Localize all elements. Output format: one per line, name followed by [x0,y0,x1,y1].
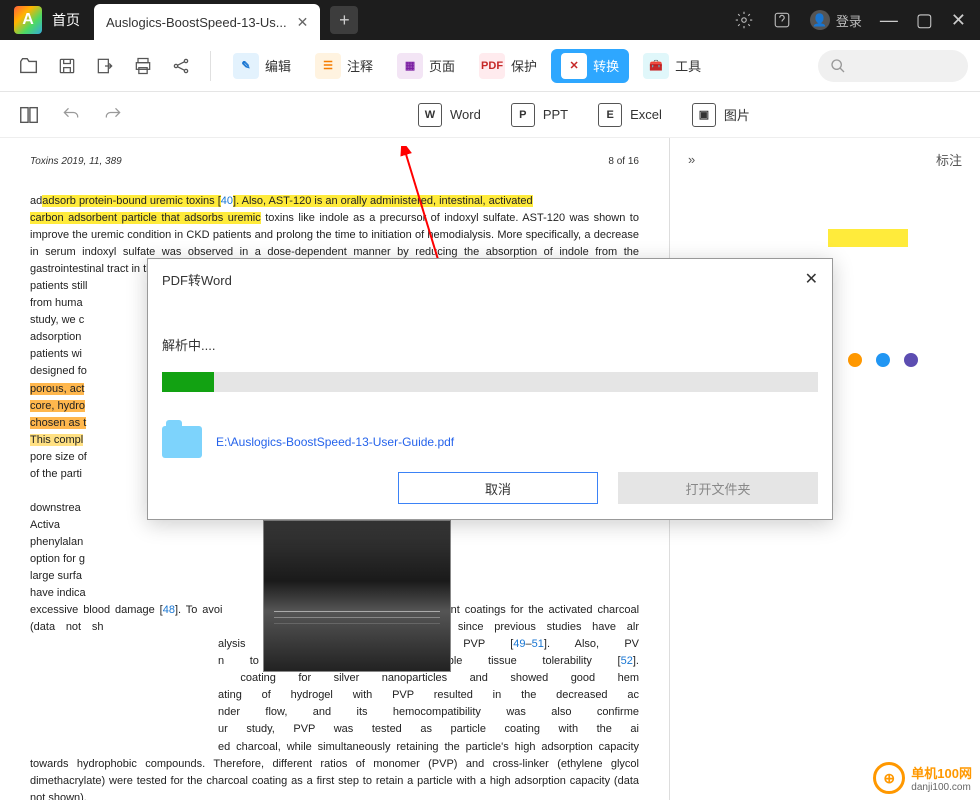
tools-tool[interactable]: 🧰工具 [633,49,711,83]
undo-icon[interactable] [54,98,88,132]
excel-icon: E [598,103,622,127]
ppt-icon: P [511,103,535,127]
print-icon[interactable] [126,49,160,83]
export-icon[interactable] [88,49,122,83]
cancel-button[interactable]: 取消 [398,472,598,504]
convert-dialog: PDF转Word ✕ 解析中.... E:\Auslogics-BoostSpe… [147,258,833,520]
watermark-text: 单机100网 [911,763,972,782]
protect-tool[interactable]: PDF保护 [469,49,547,83]
color-indigo[interactable] [904,353,918,367]
page-tool[interactable]: ▦页面 [387,49,465,83]
open-icon[interactable] [12,49,46,83]
watermark-icon: ⊕ [873,762,905,794]
search-icon [830,58,846,74]
folder-icon [162,426,202,458]
convert-image[interactable]: ▣图片 [692,103,750,127]
save-icon[interactable] [50,49,84,83]
tab-title: Auslogics-BoostSpeed-13-Us... [106,15,287,30]
file-path: E:\Auslogics-BoostSpeed-13-User-Guide.pd… [216,435,454,449]
dialog-title: PDF转Word [162,270,232,289]
main-toolbar: ✎编辑 ☰注释 ▦页面 PDF保护 ✕转换 🧰工具 [0,40,980,92]
thumbnail-view-icon[interactable] [12,98,46,132]
help-icon[interactable] [772,10,792,30]
new-tab-button[interactable]: + [330,6,358,34]
annotate-tool[interactable]: ☰注释 [305,49,383,83]
login-button[interactable]: 👤 登录 [810,10,862,30]
titlebar: A 首页 Auslogics-BoostSpeed-13-Us... ✕ + 👤… [0,0,980,40]
settings-icon[interactable] [734,10,754,30]
dialog-status: 解析中.... [148,335,832,364]
app-logo[interactable]: A [14,6,42,34]
dialog-close-icon[interactable]: ✕ [805,269,818,289]
word-icon: W [418,103,442,127]
close-button[interactable]: ✕ [951,10,966,31]
login-label: 登录 [836,11,862,30]
page-number: 8 of 16 [608,156,639,167]
progress-fill [162,372,214,392]
convert-tool[interactable]: ✕转换 [551,49,629,83]
image-icon: ▣ [692,103,716,127]
convert-word[interactable]: WWord [418,103,481,127]
color-orange[interactable] [848,353,862,367]
home-tab[interactable]: 首页 [52,10,80,30]
edit-tool[interactable]: ✎编辑 [223,49,301,83]
open-folder-button: 打开文件夹 [618,472,818,504]
share-icon[interactable] [164,49,198,83]
redo-icon[interactable] [96,98,130,132]
convert-subbar: WWord PPPT EExcel ▣图片 [0,92,980,138]
expand-icon[interactable]: » [688,152,695,167]
color-blue[interactable] [876,353,890,367]
close-tab-icon[interactable]: ✕ [297,14,309,31]
embedded-image [263,520,451,672]
journal-ref: Toxins 2019, 11, 389 [30,156,122,167]
search-input[interactable] [818,50,968,82]
document-tab[interactable]: Auslogics-BoostSpeed-13-Us... ✕ [94,4,320,40]
convert-ppt[interactable]: PPPT [511,103,568,127]
minimize-button[interactable]: — [880,10,898,31]
convert-excel[interactable]: EExcel [598,103,662,127]
watermark-sub: danji100.com [911,782,972,793]
sidebar-title: 标注 [936,150,962,169]
avatar-icon: 👤 [810,10,830,30]
watermark: ⊕ 单机100网 danji100.com [873,762,972,794]
highlight-swatch-yellow[interactable] [828,229,908,247]
maximize-button[interactable]: ▢ [916,10,933,31]
progress-bar [162,372,818,392]
